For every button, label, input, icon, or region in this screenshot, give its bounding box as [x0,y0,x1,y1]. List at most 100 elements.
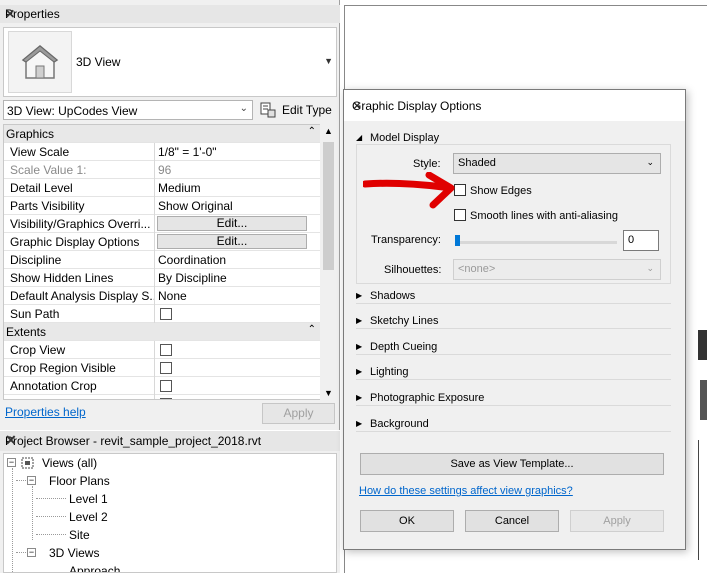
property-row: Annotation Crop [4,377,320,395]
tree-item-3d-views[interactable]: 3D Views [49,546,99,560]
silhouettes-select[interactable]: <none> ⌄ [453,259,661,280]
property-value: 96 [158,163,172,177]
dialog-apply-button[interactable]: Apply [570,510,664,532]
chevron-down-icon[interactable]: ▼ [324,56,333,66]
property-checkbox[interactable] [160,398,172,399]
transparency-input[interactable]: 0 [623,230,659,251]
property-value[interactable]: 1/8" = 1'-0" [158,145,217,159]
chevron-down-icon[interactable]: ⌄ [240,103,248,114]
column-separator [154,395,155,399]
close-icon[interactable]: ✕ [352,99,675,113]
transparency-label: Transparency: [371,234,441,246]
scroll-down-icon[interactable]: ▼ [324,388,333,398]
project-browser-title-bar: Project Browser - revit_sample_project_2… [0,431,340,451]
section-label: Sketchy Lines [370,315,439,327]
ok-button[interactable]: OK [360,510,454,532]
property-row: Parts Visibility Show Original [4,197,320,215]
section-shadows[interactable]: ▶ Shadows [356,290,671,304]
style-select[interactable]: Shaded ⌄ [453,153,661,174]
property-group-header[interactable]: Graphics ⌃ [4,125,320,143]
edit-type-button[interactable]: Edit Type [258,100,338,120]
collapse-caret-icon[interactable]: ⌃ [308,324,316,335]
settings-help-link[interactable]: How do these settings affect view graphi… [359,485,573,497]
property-label: Sun Path [10,307,60,321]
section-sketchy-lines[interactable]: ▶ Sketchy Lines [356,315,671,329]
edit-type-icon [260,102,276,118]
cancel-button[interactable]: Cancel [465,510,559,532]
property-label: View Scale [10,145,70,159]
property-value[interactable]: None [158,289,187,303]
properties-panel: Properties ✕ 3D View ▼ 3D View: UpCodes … [0,0,340,430]
property-label: Graphic Display Options [10,235,140,249]
project-browser: Project Browser - revit_sample_project_2… [0,431,340,573]
collapse-toggle[interactable]: − [7,458,16,467]
transparency-slider-thumb[interactable] [455,235,460,246]
section-background[interactable]: ▶ Background [356,418,671,432]
column-separator [154,287,155,305]
collapse-caret-icon[interactable]: ⌃ [308,126,316,137]
properties-title-bar: Properties ✕ [0,5,340,23]
tree-item-site[interactable]: Site [69,528,90,542]
property-row: Show Hidden Lines By Discipline [4,269,320,287]
dialog-title-bar: Graphic Display Options ✕ [344,90,685,121]
properties-apply-button[interactable]: Apply [262,403,335,424]
project-tree: − Views (all) − Floor Plans Level 1 Leve… [3,453,337,573]
property-value[interactable]: Coordination [158,253,226,267]
property-value[interactable]: Show Original [158,199,233,213]
view-selector-value: 3D View: UpCodes View [7,104,138,118]
collapse-toggle[interactable]: − [27,476,36,485]
tree-item-level-2[interactable]: Level 2 [69,510,108,524]
properties-help-link[interactable]: Properties help [5,405,86,419]
property-label: Default Analysis Display S... [10,289,156,303]
property-checkbox[interactable] [160,380,172,392]
property-checkbox[interactable] [160,344,172,356]
property-edit-button[interactable]: Edit... [157,216,307,231]
type-selector[interactable]: 3D View ▼ [3,27,337,97]
transparency-slider[interactable] [457,241,617,244]
view-instance-selector[interactable]: 3D View: UpCodes View ⌄ [3,100,253,120]
property-edit-button[interactable]: Edit... [157,234,307,249]
section-label: Background [370,418,429,430]
column-separator [154,161,155,179]
property-value[interactable]: By Discipline [158,271,227,285]
section-label: Shadows [370,290,416,302]
silhouettes-value: <none> [458,263,496,275]
silhouettes-label: Silhouettes: [384,264,442,276]
tree-item-floor-plans[interactable]: Floor Plans [49,474,110,488]
property-label: Parts Visibility [10,199,85,213]
property-row: Visibility/Graphics Overri... Edit... [4,215,320,233]
property-row: View Scale 1/8" = 1'-0" [4,143,320,161]
column-separator [154,197,155,215]
property-label: Graphics [6,127,55,141]
chevron-down-icon: ⌄ [646,263,654,273]
style-value: Shaded [458,157,496,169]
scroll-up-icon[interactable]: ▲ [324,126,333,136]
property-checkbox[interactable] [160,308,172,320]
property-row: Crop Region Visible [4,359,320,377]
tree-item-level-1[interactable]: Level 1 [69,492,108,506]
collapse-toggle[interactable]: − [27,548,36,557]
close-icon[interactable]: ✕ [5,432,334,449]
property-group-header[interactable]: Extents ⌃ [4,323,320,341]
section-photographic-exposure[interactable]: ▶ Photographic Exposure [356,392,671,406]
properties-scrollbar[interactable]: ▲ ▼ [320,124,337,400]
property-checkbox[interactable] [160,362,172,374]
graphic-display-options-dialog: Graphic Display Options ✕ ◢ Model Displa… [343,89,686,550]
tree-item-approach[interactable]: Approach [69,564,120,572]
expanded-triangle-icon: ◢ [356,133,363,142]
column-separator [154,143,155,161]
property-row: Graphic Display Options Edit... [4,233,320,251]
property-value[interactable]: Medium [158,181,201,195]
property-row: Default Analysis Display S... None [4,287,320,305]
close-icon[interactable]: ✕ [5,7,334,21]
tree-item-views-all[interactable]: Views (all) [42,456,97,470]
tree-line [36,516,66,517]
collapsed-triangle-icon: ▶ [356,419,363,428]
tree-line [12,468,13,572]
tree-line [32,486,33,540]
section-depth-cueing[interactable]: ▶ Depth Cueing [356,341,671,355]
save-as-view-template-button[interactable]: Save as View Template... [360,453,664,475]
section-lighting[interactable]: ▶ Lighting [356,366,671,380]
scrollbar-thumb[interactable] [323,142,334,270]
section-label: Model Display [370,132,440,144]
